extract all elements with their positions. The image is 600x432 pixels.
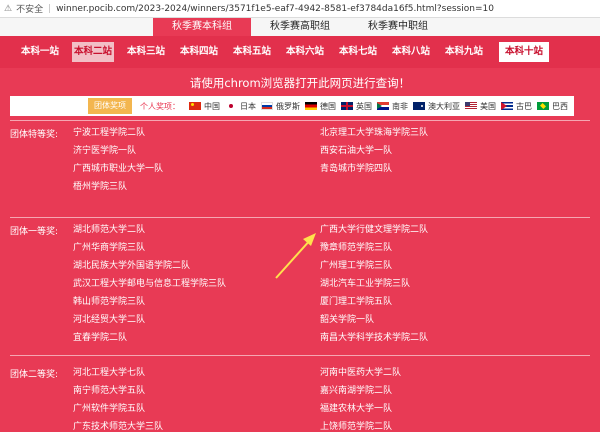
list-item: 河南中医药大学二队 (320, 368, 402, 378)
list-item: 武汉工程大学邮电与信息工程学院三队 (73, 279, 227, 289)
station-7[interactable]: 本科七站 (337, 42, 379, 62)
list-item: 广西城市职业大学一队 (73, 164, 164, 174)
list-item: 河北工程大学七队 (73, 368, 146, 378)
list-item: 济宁医学院一队 (73, 146, 137, 156)
list-item: 青岛城市学院四队 (320, 164, 393, 174)
country-filter-brazil[interactable]: 巴西 (537, 101, 568, 112)
country-filter-japan[interactable]: 日本 (225, 101, 256, 112)
station-5[interactable]: 本科五站 (231, 42, 273, 62)
browser-address-bar[interactable]: ⚠ 不安全 | winner.pocib.com/2023-2024/winne… (0, 0, 600, 18)
list-item: 厦门理工学院五队 (320, 297, 393, 307)
divider: | (48, 3, 52, 14)
station-9[interactable]: 本科九站 (443, 42, 485, 62)
station-8[interactable]: 本科八站 (390, 42, 432, 62)
country-label: 俄罗斯 (276, 101, 300, 111)
list-item: 上饶师范学院二队 (320, 422, 393, 432)
station-10[interactable]: 本科十站 (499, 42, 549, 62)
country-filter-usa[interactable]: 美国 (465, 101, 496, 112)
country-filter-china[interactable]: 中国 (189, 101, 220, 112)
country-label: 古巴 (516, 101, 532, 111)
list-item: 南昌大学科学技术学院二队 (320, 333, 429, 343)
tab-vocational-higher[interactable]: 秋季赛高职组 (251, 18, 349, 36)
station-nav: 本科一站 本科二站 本科三站 本科四站 本科五站 本科六站 本科七站 本科八站 … (0, 36, 600, 68)
station-3[interactable]: 本科三站 (125, 42, 167, 62)
personal-award-label: 个人奖项： (140, 101, 180, 111)
australia-flag-icon (413, 102, 425, 110)
award-content: 团体特等奖: 宁波工程学院二队 济宁医学院一队 广西城市职业大学一队 梧州学院三… (0, 120, 600, 432)
list-item: 河北经贸大学二队 (73, 315, 146, 325)
section-label: 团体二等奖: (10, 370, 59, 380)
list-item: 韶关学院一队 (320, 315, 375, 325)
second-award-right-list: 河南中医药大学二队 嘉兴南湖学院二队 福建农林大学一队 上饶师范学院二队 (320, 364, 401, 432)
security-label: 不安全 (16, 5, 44, 15)
list-item: 湖北汽车工业学院三队 (320, 279, 411, 289)
warning-icon: ⚠ (4, 3, 13, 14)
list-item: 广东技术师范大学三队 (73, 422, 164, 432)
usa-flag-icon (465, 102, 477, 110)
list-item: 韩山师范学院三队 (73, 297, 146, 307)
russia-flag-icon (261, 102, 273, 110)
second-award-section: 团体二等奖: 河北工程大学七队 南宁师范大学五队 广州软件学院五队 广东技术师范… (0, 356, 600, 432)
section-label: 团体一等奖: (10, 227, 59, 237)
list-item: 梧州学院三队 (73, 182, 128, 192)
list-item: 宜春学院二队 (73, 333, 128, 343)
country-filter-cuba[interactable]: 古巴 (501, 101, 532, 112)
country-label: 南非 (392, 101, 408, 111)
uk-flag-icon (341, 102, 353, 110)
list-item: 福建农林大学一队 (320, 404, 393, 414)
list-item: 广州理工学院三队 (320, 261, 393, 271)
station-2[interactable]: 本科二站 (72, 42, 114, 62)
country-filter-south-africa[interactable]: 南非 (377, 101, 408, 112)
award-filter-bar: 团体奖项 个人奖项： 中国 日本 俄罗斯 德国 英国 南非 澳大利亚 美国 古巴… (10, 96, 574, 116)
germany-flag-icon (305, 102, 317, 110)
list-item: 嘉兴南湖学院二队 (320, 386, 393, 396)
list-item: 宁波工程学院二队 (73, 128, 146, 138)
country-label: 中国 (204, 101, 220, 111)
list-item: 湖北师范大学二队 (73, 225, 146, 235)
country-filter-australia[interactable]: 澳大利亚 (413, 101, 460, 112)
country-filter-germany[interactable]: 德国 (305, 101, 336, 112)
country-label: 英国 (356, 101, 372, 111)
category-tabs: 秋季赛本科组 秋季赛高职组 秋季赛中职组 (0, 18, 600, 36)
group-award-button[interactable]: 团体奖项 (88, 98, 132, 114)
list-item: 广州软件学院五队 (73, 404, 146, 414)
country-label: 日本 (240, 101, 256, 111)
first-award-section: 团体一等奖: 湖北师范大学二队 广州华商学院三队 湖北民族大学外国语学院二队 武… (0, 218, 600, 355)
list-item: 湖北民族大学外国语学院二队 (73, 261, 191, 271)
browser-notice: 请使用chrom浏览器打开此网页进行查询！ (189, 76, 411, 90)
list-item: 广州华商学院三队 (73, 243, 146, 253)
list-item: 豫章师范学院三队 (320, 243, 393, 253)
first-award-right-list: 广西大学行健文理学院二队 豫章师范学院三队 广州理工学院三队 湖北汽车工业学院三… (320, 221, 428, 347)
tab-vocational-secondary[interactable]: 秋季赛中职组 (349, 18, 447, 36)
country-label: 德国 (320, 101, 336, 111)
south-africa-flag-icon (377, 102, 389, 110)
brazil-flag-icon (537, 102, 549, 110)
url-text[interactable]: winner.pocib.com/2023-2024/winners/3571f… (56, 4, 494, 14)
station-6[interactable]: 本科六站 (284, 42, 326, 62)
second-award-left-list: 河北工程大学七队 南宁师范大学五队 广州软件学院五队 广东技术师范大学三队 (73, 364, 163, 432)
station-4[interactable]: 本科四站 (178, 42, 220, 62)
special-award-left-list: 宁波工程学院二队 济宁医学院一队 广西城市职业大学一队 梧州学院三队 (73, 124, 163, 196)
country-filter-uk[interactable]: 英国 (341, 101, 372, 112)
japan-flag-icon (225, 102, 237, 110)
cuba-flag-icon (501, 102, 513, 110)
country-label: 巴西 (552, 101, 568, 111)
country-label: 澳大利亚 (428, 101, 460, 111)
section-label: 团体特等奖: (10, 130, 59, 140)
list-item: 西安石油大学一队 (320, 146, 393, 156)
special-award-section: 团体特等奖: 宁波工程学院二队 济宁医学院一队 广西城市职业大学一队 梧州学院三… (0, 121, 600, 217)
china-flag-icon (189, 102, 201, 110)
list-item: 南宁师范大学五队 (73, 386, 146, 396)
first-award-left-list: 湖北师范大学二队 广州华商学院三队 湖北民族大学外国语学院二队 武汉工程大学邮电… (73, 221, 226, 347)
list-item: 广西大学行健文理学院二队 (320, 225, 429, 235)
list-item: 北京理工大学珠海学院三队 (320, 128, 429, 138)
special-award-right-list: 北京理工大学珠海学院三队 西安石油大学一队 青岛城市学院四队 (320, 124, 428, 178)
country-filter-russia[interactable]: 俄罗斯 (261, 101, 300, 112)
country-label: 美国 (480, 101, 496, 111)
tab-undergrad[interactable]: 秋季赛本科组 (153, 18, 251, 36)
station-1[interactable]: 本科一站 (19, 42, 61, 62)
